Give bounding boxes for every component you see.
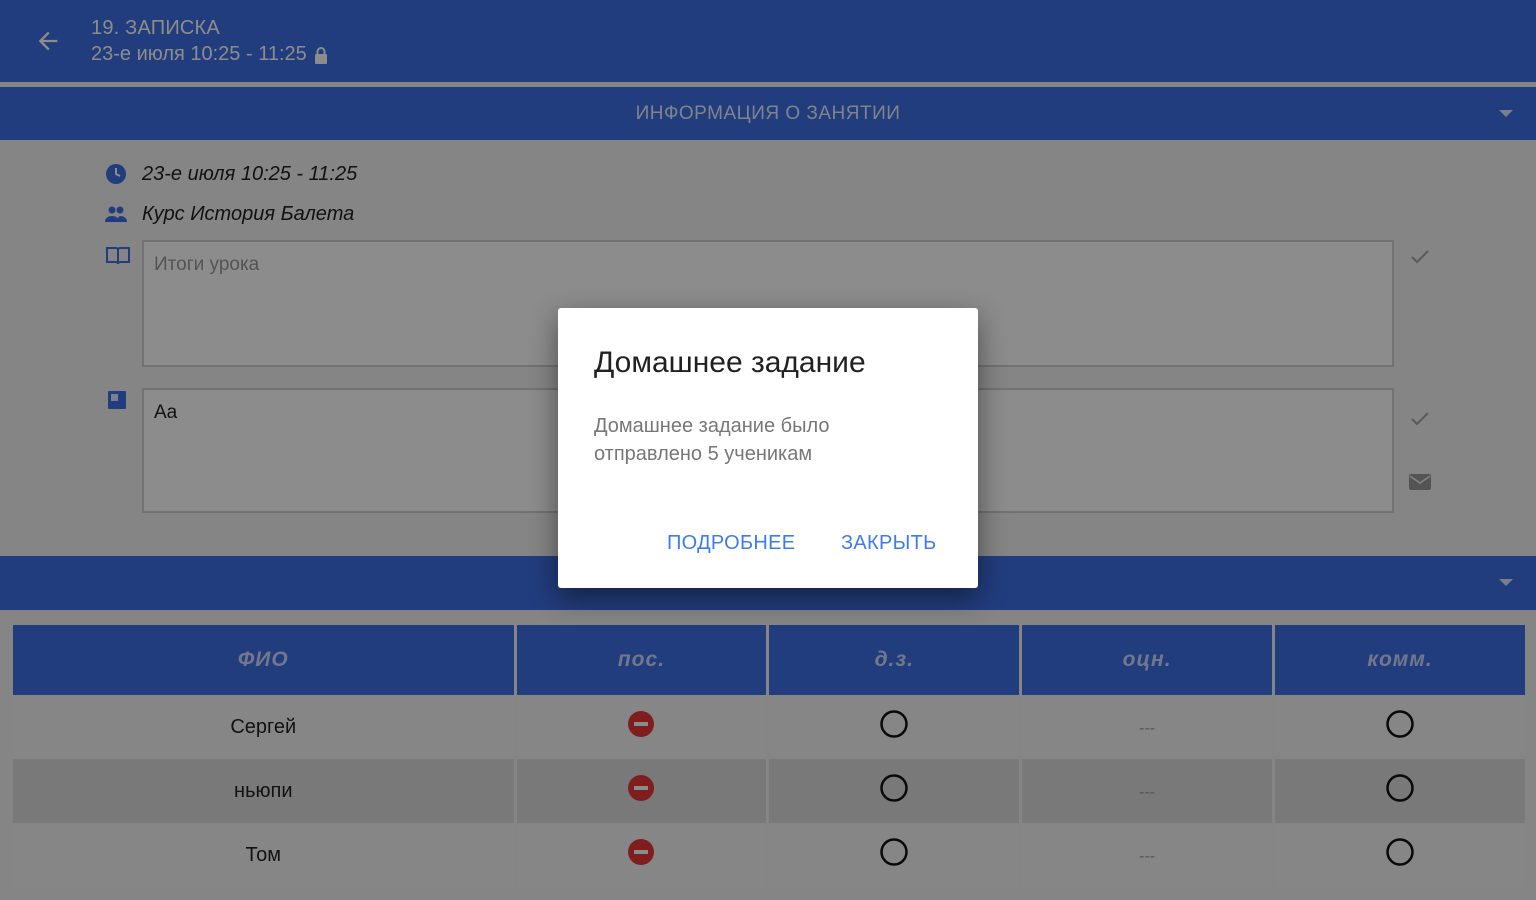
homework-sent-dialog: Домашнее задание Домашнее задание было о… — [558, 308, 978, 588]
close-button[interactable]: ЗАКРЫТЬ — [841, 532, 937, 555]
details-button[interactable]: ПОДРОБНЕЕ — [667, 532, 795, 555]
dialog-message: Домашнее задание было отправлено 5 учени… — [594, 415, 830, 465]
dialog-title: Домашнее задание — [594, 346, 866, 379]
